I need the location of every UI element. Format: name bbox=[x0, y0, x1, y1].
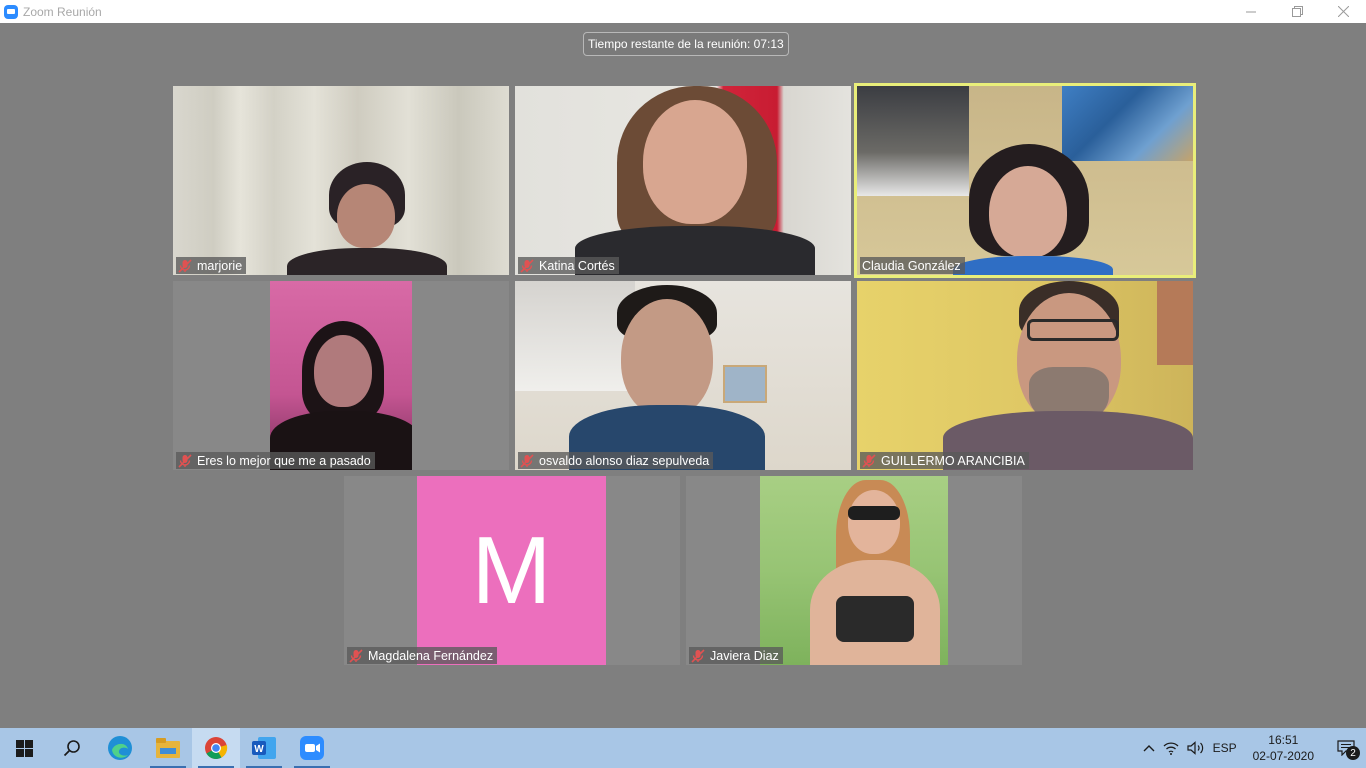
file-explorer-icon bbox=[156, 738, 180, 758]
background-shelves bbox=[857, 86, 969, 196]
glasses bbox=[1027, 319, 1119, 341]
wifi-icon bbox=[1163, 742, 1179, 755]
network-button[interactable] bbox=[1159, 728, 1183, 768]
muted-microphone-icon bbox=[862, 453, 876, 468]
participant-name: osvaldo alonso diaz sepulveda bbox=[539, 453, 710, 468]
clock-date: 02-07-2020 bbox=[1252, 749, 1314, 763]
close-icon bbox=[1337, 6, 1349, 17]
search-button[interactable] bbox=[48, 728, 96, 768]
avatar-letter: M bbox=[471, 516, 552, 624]
minimize-button[interactable] bbox=[1228, 0, 1274, 23]
participant-name: GUILLERMO ARANCIBIA bbox=[881, 453, 1025, 468]
participant-name: Eres lo mejor que me a pasado bbox=[197, 453, 371, 468]
taskbar: W ESP 16:51 02-07-2020 2 bbox=[0, 728, 1366, 768]
participant-name-tag: Eres lo mejor que me a pasado bbox=[176, 452, 375, 469]
chrome-browser-icon bbox=[205, 737, 228, 759]
participant-tile[interactable]: Javiera Diaz bbox=[686, 476, 1022, 665]
edge-browser-icon bbox=[108, 736, 132, 760]
background-painting bbox=[1062, 86, 1193, 161]
windows-start-icon bbox=[15, 739, 33, 757]
volume-button[interactable] bbox=[1183, 728, 1209, 768]
participant-video bbox=[515, 281, 851, 470]
zoom-app-icon bbox=[300, 736, 324, 760]
participant-name: Katina Cortés bbox=[539, 258, 615, 273]
taskbar-app-zoom[interactable] bbox=[288, 728, 336, 768]
participant-video bbox=[857, 281, 1193, 470]
svg-text:W: W bbox=[254, 744, 264, 755]
participant-name-tag: marjorie bbox=[176, 257, 247, 274]
participant-tile[interactable]: marjorie bbox=[173, 86, 509, 275]
action-center-button[interactable]: 2 bbox=[1326, 728, 1366, 768]
participant-video bbox=[270, 281, 412, 470]
participant-name-tag: Javiera Diaz bbox=[689, 647, 783, 664]
participant-video bbox=[515, 86, 851, 275]
minimize-icon bbox=[1246, 11, 1256, 12]
participant-tile[interactable]: Katina Cortés bbox=[515, 86, 851, 275]
participant-video bbox=[857, 86, 1193, 275]
sunglasses bbox=[848, 506, 900, 520]
participant-tile[interactable]: M Magdalena Fernández bbox=[344, 476, 680, 665]
participant-video bbox=[173, 86, 509, 275]
participant-name-tag: GUILLERMO ARANCIBIA bbox=[860, 452, 1029, 469]
restore-button[interactable] bbox=[1274, 0, 1320, 23]
participant-name-tag: Claudia González bbox=[860, 257, 965, 274]
meeting-gallery: Tiempo restante de la reunión: 07:13 mar… bbox=[0, 23, 1366, 728]
taskbar-app-edge[interactable] bbox=[96, 728, 144, 768]
title-bar: Zoom Reunión bbox=[0, 0, 1366, 23]
participant-name: Claudia González bbox=[862, 258, 961, 273]
speaker-volume-icon bbox=[1186, 741, 1203, 755]
taskbar-app-chrome[interactable] bbox=[192, 728, 240, 768]
participant-tile[interactable]: osvaldo alonso diaz sepulveda bbox=[515, 281, 851, 470]
participant-name-tag: osvaldo alonso diaz sepulveda bbox=[518, 452, 714, 469]
participant-name-tag: Katina Cortés bbox=[518, 257, 619, 274]
window-title: Zoom Reunión bbox=[23, 4, 102, 19]
chevron-up-icon bbox=[1143, 745, 1155, 752]
participant-tile-active-speaker[interactable]: Claudia González bbox=[854, 83, 1196, 278]
participant-video bbox=[760, 476, 948, 665]
taskbar-app-word[interactable]: W bbox=[240, 728, 288, 768]
notification-count-badge: 2 bbox=[1346, 746, 1360, 760]
restore-icon bbox=[1291, 6, 1303, 17]
participant-name-tag: Magdalena Fernández bbox=[347, 647, 498, 664]
participant-name: Magdalena Fernández bbox=[368, 648, 494, 663]
participant-tile[interactable]: GUILLERMO ARANCIBIA bbox=[857, 281, 1193, 470]
participant-tile[interactable]: Eres lo mejor que me a pasado bbox=[173, 281, 509, 470]
show-hidden-icons-button[interactable] bbox=[1139, 728, 1159, 768]
muted-microphone-icon bbox=[520, 453, 534, 468]
taskbar-app-file-explorer[interactable] bbox=[144, 728, 192, 768]
muted-microphone-icon bbox=[178, 453, 192, 468]
background-picture bbox=[723, 365, 767, 403]
participant-avatar: M bbox=[417, 476, 606, 665]
muted-microphone-icon bbox=[691, 648, 705, 663]
muted-microphone-icon bbox=[520, 258, 534, 273]
system-tray: ESP 16:51 02-07-2020 2 bbox=[1139, 728, 1366, 768]
participant-name: marjorie bbox=[197, 258, 243, 273]
meeting-timer: Tiempo restante de la reunión: 07:13 bbox=[583, 32, 789, 56]
start-button[interactable] bbox=[0, 728, 48, 768]
clock-time: 16:51 bbox=[1268, 733, 1299, 747]
close-button[interactable] bbox=[1320, 0, 1366, 23]
input-language-button[interactable]: ESP bbox=[1209, 728, 1241, 768]
window-controls bbox=[1228, 0, 1366, 23]
background-frame bbox=[1157, 281, 1193, 365]
top bbox=[836, 596, 914, 642]
word-icon: W bbox=[252, 737, 276, 759]
clock-button[interactable]: 16:51 02-07-2020 bbox=[1241, 732, 1326, 764]
muted-microphone-icon bbox=[349, 648, 363, 663]
muted-microphone-icon bbox=[178, 258, 192, 273]
zoom-camera-icon bbox=[4, 4, 18, 19]
participant-name: Javiera Diaz bbox=[710, 648, 779, 663]
search-icon bbox=[63, 740, 80, 757]
background-wall bbox=[515, 281, 635, 391]
